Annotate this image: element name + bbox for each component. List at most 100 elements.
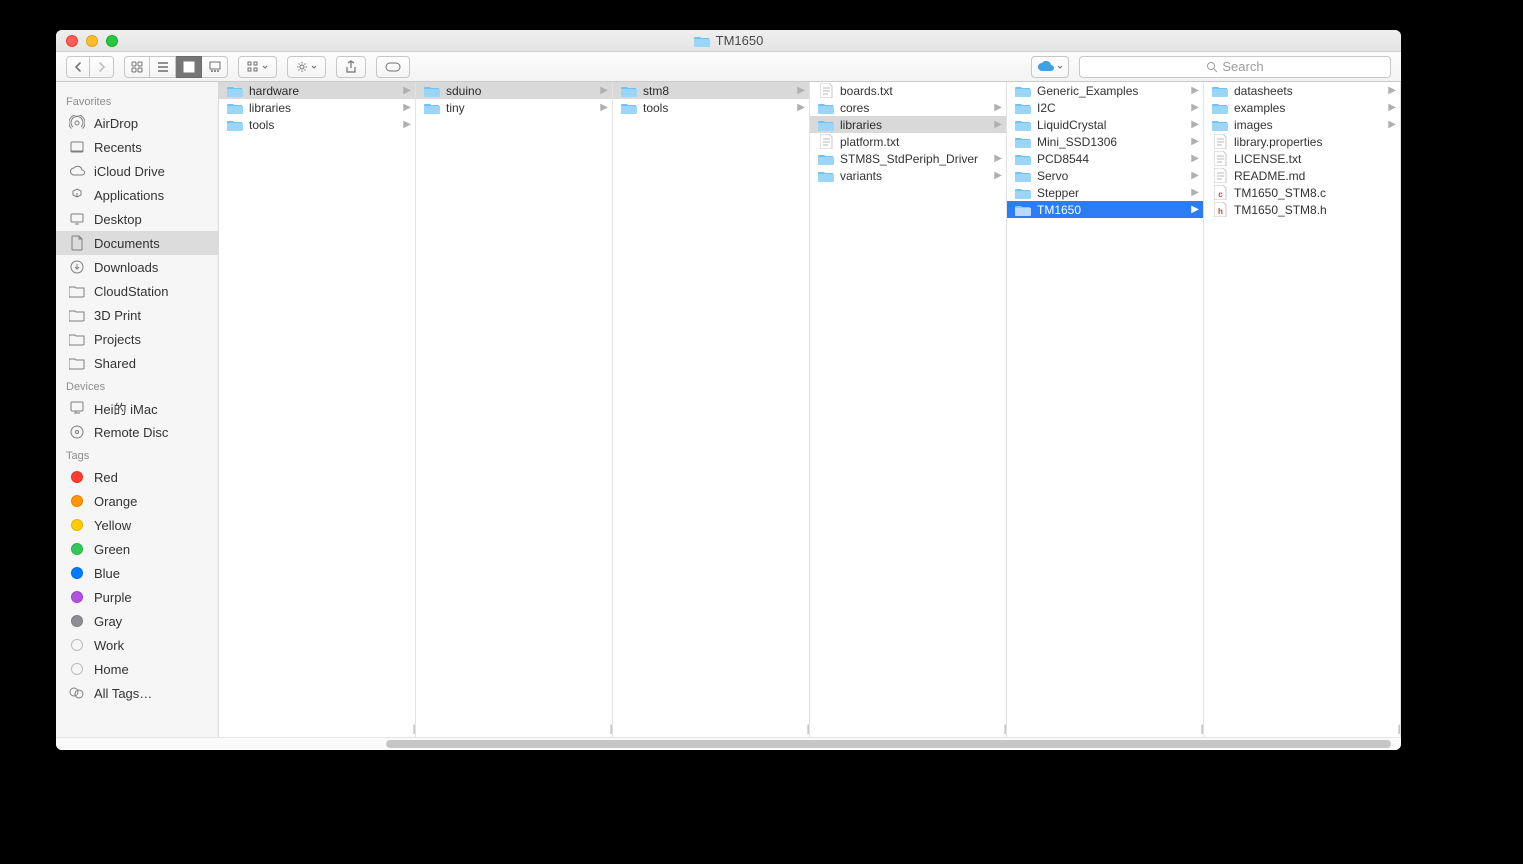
file-item[interactable]: README.md	[1204, 167, 1400, 184]
file-item[interactable]: cores▶	[810, 99, 1006, 116]
folder-icon	[1212, 84, 1228, 98]
desktop-icon	[68, 210, 86, 228]
view-list-button[interactable]	[150, 56, 176, 78]
file-name: README.md	[1234, 169, 1396, 183]
sidebar-item-label: Work	[94, 638, 124, 653]
file-item[interactable]: images▶	[1204, 116, 1400, 133]
file-item[interactable]: Mini_SSD1306▶	[1007, 133, 1203, 150]
view-gallery-button[interactable]	[202, 56, 228, 78]
sidebar-item-recents[interactable]: Recents	[56, 135, 218, 159]
sidebar-item-hei-imac[interactable]: Hei的 iMac	[56, 396, 218, 420]
file-item[interactable]: I2C▶	[1007, 99, 1203, 116]
sidebar-item-3d-print[interactable]: 3D Print	[56, 303, 218, 327]
view-columns-button[interactable]	[176, 56, 202, 78]
file-item[interactable]: libraries▶	[810, 116, 1006, 133]
file-item[interactable]: LICENSE.txt	[1204, 150, 1400, 167]
column-3[interactable]: boards.txtcores▶libraries▶platform.txtST…	[810, 82, 1007, 737]
horizontal-scrollbar[interactable]	[56, 737, 1401, 750]
tag-icon	[68, 540, 86, 558]
sidebar-item-label: Projects	[94, 332, 141, 347]
file-item[interactable]: Generic_Examples▶	[1007, 82, 1203, 99]
icloud-status-button[interactable]	[1031, 56, 1069, 78]
sidebar-item-purple[interactable]: Purple	[56, 585, 218, 609]
scrollbar-thumb[interactable]	[386, 740, 1391, 748]
column-4[interactable]: Generic_Examples▶I2C▶LiquidCrystal▶Mini_…	[1007, 82, 1204, 737]
tags-button[interactable]	[376, 56, 410, 78]
chevron-right-icon: ▶	[1191, 119, 1199, 130]
folder-icon	[424, 101, 440, 115]
minimize-window-button[interactable]	[86, 35, 98, 47]
sidebar-item-label: Documents	[94, 236, 160, 251]
window-body: FavoritesAirDropRecentsiCloud DriveAppli…	[56, 82, 1401, 737]
tag-icon	[68, 660, 86, 678]
sidebar-item-cloudstation[interactable]: CloudStation	[56, 279, 218, 303]
chevron-right-icon: ▶	[1191, 187, 1199, 198]
file-item[interactable]: tiny▶	[416, 99, 612, 116]
finder-window: TM1650 Search FavoritesAirDropRecentsiCl…	[56, 30, 1401, 750]
file-item[interactable]: hardware▶	[219, 82, 415, 99]
file-name: TM1650_STM8.c	[1234, 186, 1396, 200]
column-browser: hardware▶libraries▶tools▶||sduino▶tiny▶|…	[219, 82, 1401, 737]
nav-back-button[interactable]	[66, 56, 90, 78]
file-name: Servo	[1037, 169, 1185, 183]
file-item[interactable]: examples▶	[1204, 99, 1400, 116]
file-item[interactable]: Servo▶	[1007, 167, 1203, 184]
file-item[interactable]: cTM1650_STM8.c	[1204, 184, 1400, 201]
sidebar-item-applications[interactable]: Applications	[56, 183, 218, 207]
file-item[interactable]: variants▶	[810, 167, 1006, 184]
sidebar-item-work[interactable]: Work	[56, 633, 218, 657]
column-5[interactable]: datasheets▶examples▶images▶library.prope…	[1204, 82, 1401, 737]
view-icons-button[interactable]	[124, 56, 150, 78]
file-item[interactable]: library.properties	[1204, 133, 1400, 150]
file-item[interactable]: tools▶	[219, 116, 415, 133]
search-input[interactable]: Search	[1079, 56, 1391, 78]
file-item[interactable]: boards.txt	[810, 82, 1006, 99]
zoom-window-button[interactable]	[106, 35, 118, 47]
file-name: TM1650_STM8.h	[1234, 203, 1396, 217]
file-item[interactable]: LiquidCrystal▶	[1007, 116, 1203, 133]
sidebar-item-yellow[interactable]: Yellow	[56, 513, 218, 537]
sidebar-item-downloads[interactable]: Downloads	[56, 255, 218, 279]
window-title-text: TM1650	[716, 33, 764, 48]
chevron-right-icon: ▶	[797, 102, 805, 113]
arrange-button[interactable]	[238, 56, 277, 78]
file-item[interactable]: TM1650▶	[1007, 201, 1203, 218]
action-button[interactable]	[287, 56, 326, 78]
file-item[interactable]: STM8S_StdPeriph_Driver▶	[810, 150, 1006, 167]
column-1[interactable]: sduino▶tiny▶||	[416, 82, 613, 737]
file-item[interactable]: tools▶	[613, 99, 809, 116]
sidebar-item-airdrop[interactable]: AirDrop	[56, 111, 218, 135]
file-item[interactable]: PCD8544▶	[1007, 150, 1203, 167]
sidebar-item-projects[interactable]: Projects	[56, 327, 218, 351]
file-item[interactable]: hTM1650_STM8.h	[1204, 201, 1400, 218]
sidebar-item-icloud-drive[interactable]: iCloud Drive	[56, 159, 218, 183]
file-item[interactable]: Stepper▶	[1007, 184, 1203, 201]
share-button[interactable]	[336, 56, 366, 78]
search-icon	[1206, 61, 1218, 73]
file-item[interactable]: datasheets▶	[1204, 82, 1400, 99]
column-0[interactable]: hardware▶libraries▶tools▶||	[219, 82, 416, 737]
folder-icon	[818, 118, 834, 132]
chevron-right-icon: ▶	[403, 102, 411, 113]
nav-forward-button[interactable]	[90, 56, 114, 78]
file-name: hardware	[249, 84, 397, 98]
sidebar-item-orange[interactable]: Orange	[56, 489, 218, 513]
sidebar-item-label: CloudStation	[94, 284, 168, 299]
sidebar-item-desktop[interactable]: Desktop	[56, 207, 218, 231]
file-item[interactable]: libraries▶	[219, 99, 415, 116]
sidebar-item-documents[interactable]: Documents	[56, 231, 218, 255]
file-item[interactable]: platform.txt	[810, 133, 1006, 150]
sidebar-item-gray[interactable]: Gray	[56, 609, 218, 633]
sidebar-item-green[interactable]: Green	[56, 537, 218, 561]
sidebar-item-shared[interactable]: Shared	[56, 351, 218, 375]
sidebar-item-home[interactable]: Home	[56, 657, 218, 681]
file-item[interactable]: stm8▶	[613, 82, 809, 99]
column-2[interactable]: stm8▶tools▶||	[613, 82, 810, 737]
sidebar-item-red[interactable]: Red	[56, 465, 218, 489]
close-window-button[interactable]	[66, 35, 78, 47]
file-name: STM8S_StdPeriph_Driver	[840, 152, 988, 166]
file-item[interactable]: sduino▶	[416, 82, 612, 99]
sidebar-item-blue[interactable]: Blue	[56, 561, 218, 585]
sidebar-item-all-tags-[interactable]: All Tags…	[56, 681, 218, 705]
sidebar-item-remote-disc[interactable]: Remote Disc	[56, 420, 218, 444]
